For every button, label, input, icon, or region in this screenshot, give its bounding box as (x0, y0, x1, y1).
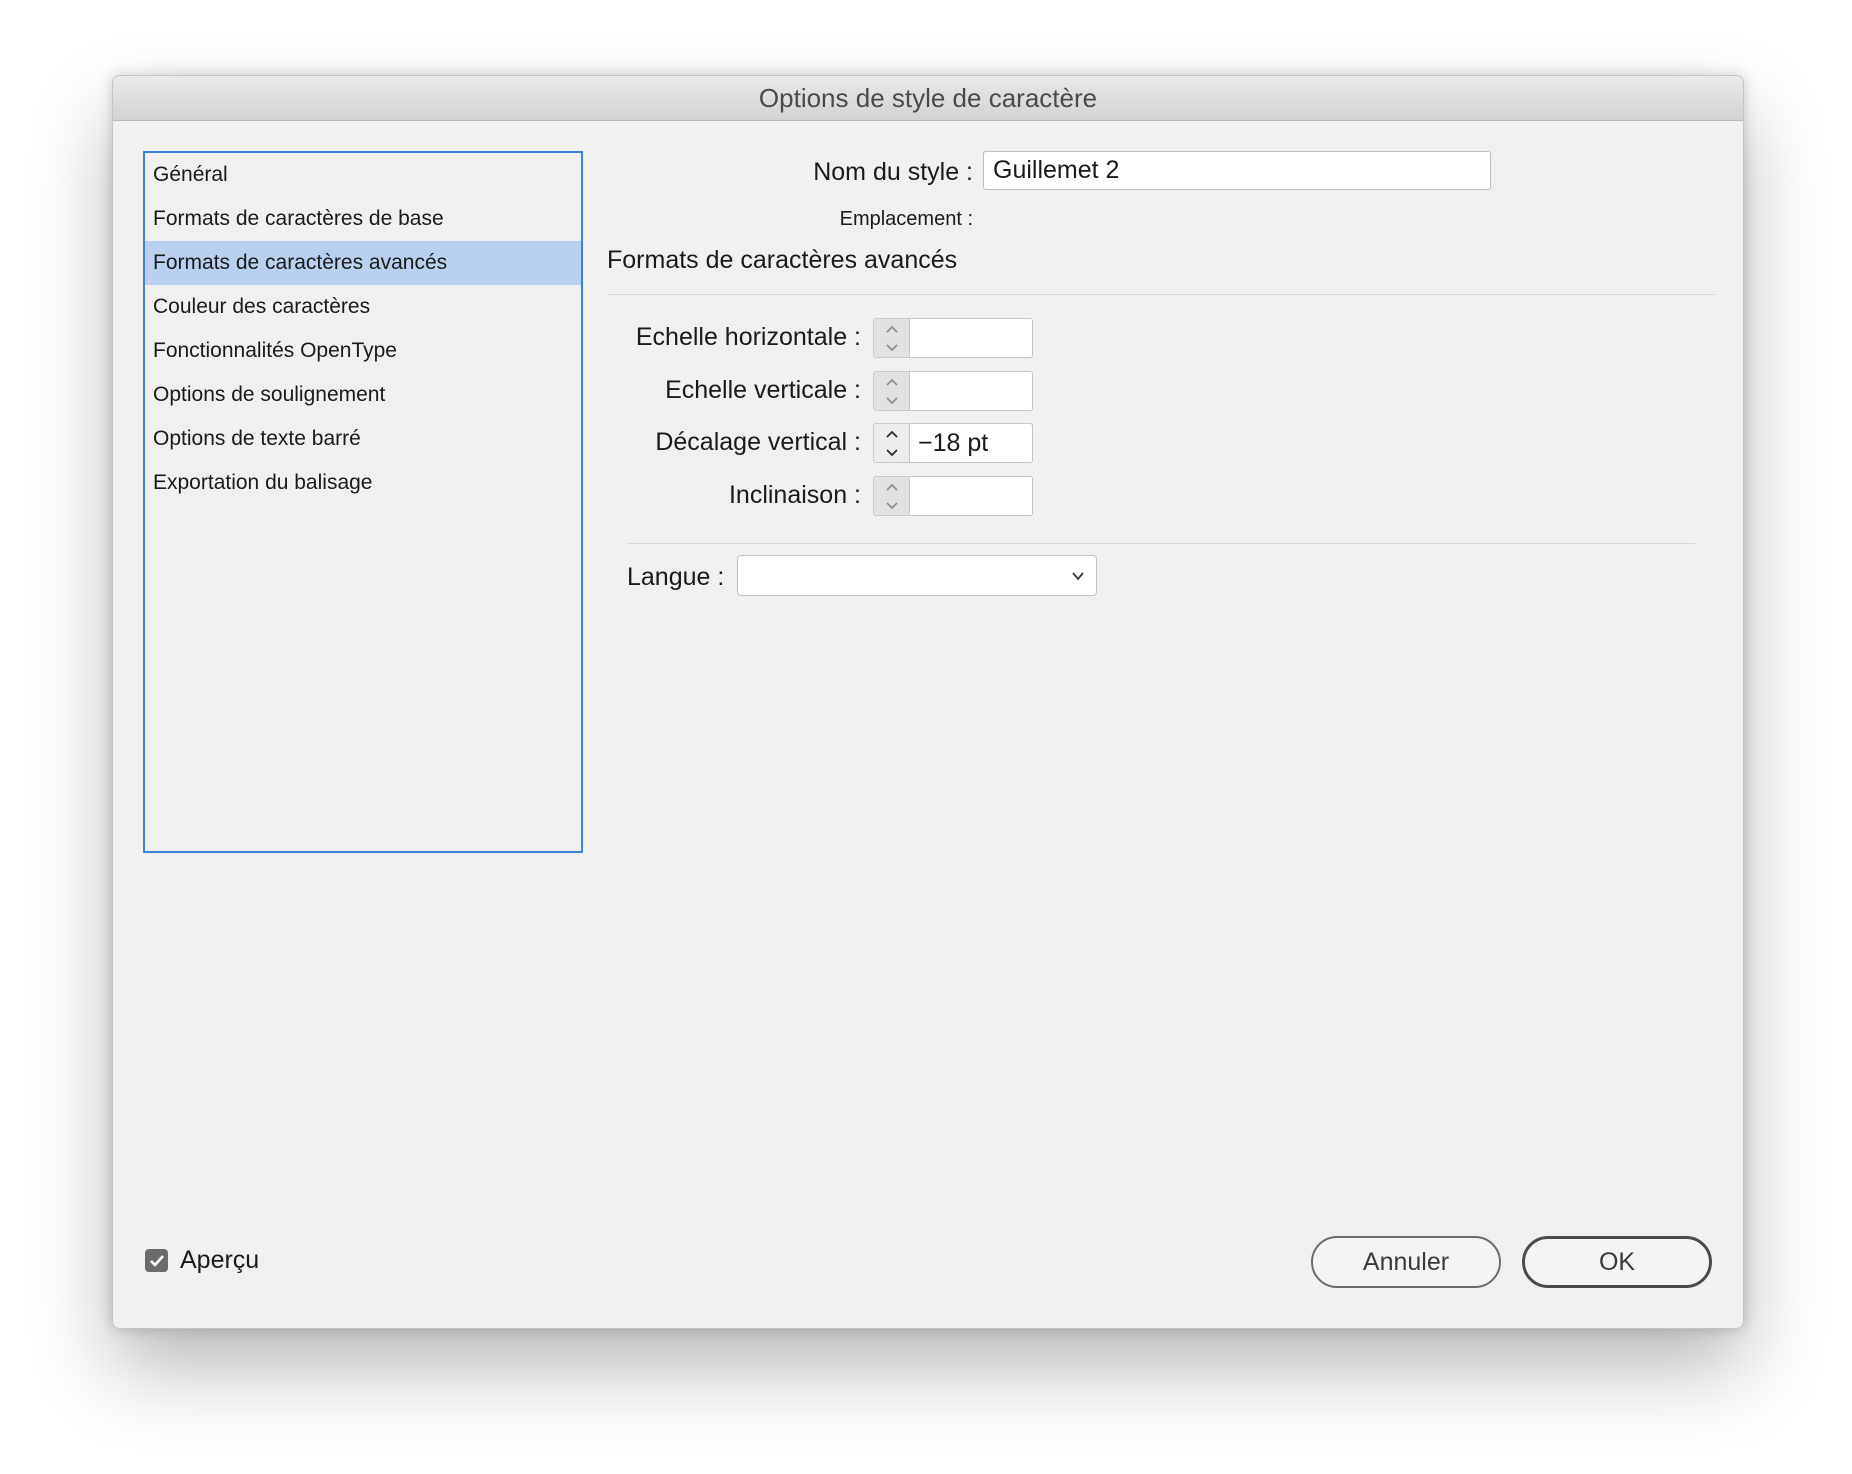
window-title: Options de style de caractère (113, 76, 1743, 121)
style-name-label: Nom du style : (813, 158, 973, 186)
sidebar-item-opentype-features[interactable]: Fonctionnalités OpenType (145, 329, 581, 373)
vertical-scale-label: Echelle verticale : (665, 376, 861, 404)
horizontal-scale-label: Echelle horizontale : (635, 323, 861, 351)
vertical-scale-input[interactable] (909, 371, 1033, 411)
chevron-down-icon (1072, 572, 1084, 581)
horizontal-scale-input[interactable] (909, 318, 1033, 358)
sidebar-item-advanced-character-formats[interactable]: Formats de caractères avancés (145, 241, 581, 285)
skew-stepper[interactable] (873, 476, 909, 516)
category-list[interactable]: Général Formats de caractères de base Fo… (143, 151, 583, 853)
sidebar-item-strikethrough-options[interactable]: Options de texte barré (145, 417, 581, 461)
sidebar-item-general[interactable]: Général (145, 153, 581, 197)
preview-label[interactable]: Aperçu (180, 1246, 259, 1275)
skew-label: Inclinaison : (728, 481, 861, 509)
preview-checkbox-row[interactable]: Aperçu (145, 1246, 259, 1275)
chevron-up-icon[interactable] (874, 425, 909, 444)
section-title: Formats de caractères avancés (607, 246, 958, 274)
chevron-up-icon[interactable] (874, 373, 909, 392)
preview-checkbox[interactable] (145, 1249, 168, 1272)
skew-input[interactable] (909, 476, 1033, 516)
chevron-up-icon[interactable] (874, 320, 909, 339)
language-label: Langue : (627, 563, 725, 591)
style-name-input[interactable]: Guillemet 2 (983, 151, 1491, 190)
language-select[interactable] (737, 555, 1097, 596)
horizontal-scale-stepper[interactable] (873, 318, 909, 358)
chevron-down-icon[interactable] (874, 443, 909, 462)
vertical-scale-stepper[interactable] (873, 371, 909, 411)
chevron-down-icon[interactable] (874, 391, 909, 410)
baseline-shift-input[interactable]: −18 pt (909, 423, 1033, 463)
ok-button[interactable]: OK (1522, 1236, 1712, 1288)
chevron-down-icon[interactable] (874, 338, 909, 357)
chevron-up-icon[interactable] (874, 478, 909, 497)
checkmark-icon (149, 1254, 164, 1267)
sidebar-item-character-color[interactable]: Couleur des caractères (145, 285, 581, 329)
sidebar-item-export-tagging[interactable]: Exportation du balisage (145, 461, 581, 505)
section-divider (607, 294, 1715, 295)
chevron-down-icon[interactable] (874, 496, 909, 515)
sidebar-item-underline-options[interactable]: Options de soulignement (145, 373, 581, 417)
language-divider (627, 543, 1695, 544)
baseline-shift-stepper[interactable] (873, 423, 909, 463)
location-label: Emplacement : (839, 208, 973, 230)
baseline-shift-label: Décalage vertical : (655, 428, 861, 456)
character-style-options-dialog: Options de style de caractère Général Fo… (112, 75, 1744, 1329)
sidebar-item-basic-character-formats[interactable]: Formats de caractères de base (145, 197, 581, 241)
cancel-button[interactable]: Annuler (1311, 1236, 1501, 1288)
